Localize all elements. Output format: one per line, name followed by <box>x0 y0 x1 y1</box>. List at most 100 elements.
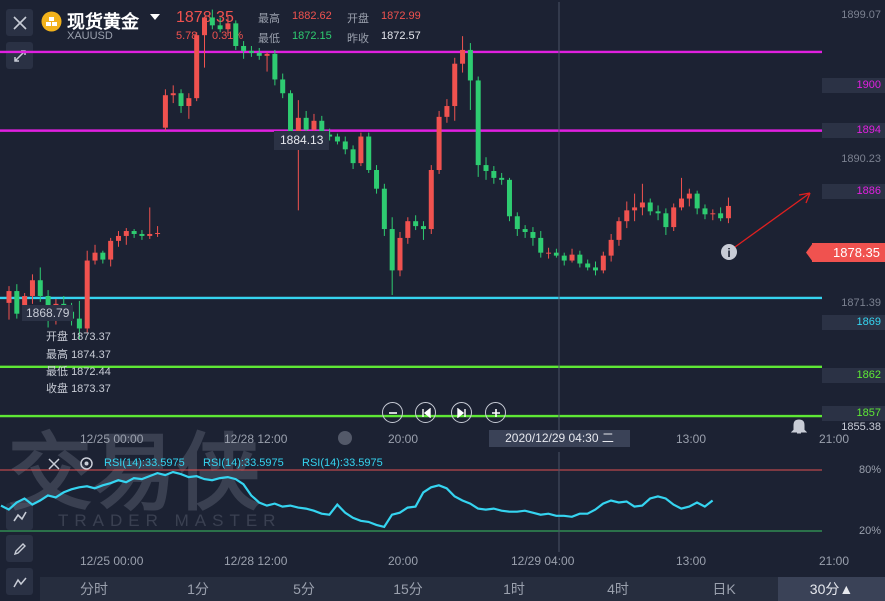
current-price-value: 1878.35 <box>833 245 880 260</box>
candle <box>131 229 137 238</box>
level-tag-1862[interactable]: 1862 <box>822 368 885 383</box>
candlestick-chart[interactable]: 交易侠 TRADER MASTER i <box>0 0 885 601</box>
rsi-x-label-3: 20:00 <box>388 554 419 568</box>
ohlc-low-label: 最低 <box>46 366 68 378</box>
candle <box>561 252 567 266</box>
candle <box>100 250 106 264</box>
candle <box>483 157 489 180</box>
crosshair-date-tag: 2020/12/29 04:30 二 <box>489 430 630 447</box>
level-tag-1900[interactable]: 1900 <box>822 78 885 93</box>
rsi-x-label-4: 12/29 04:00 <box>511 554 575 568</box>
level-tag-1857[interactable]: 1857 <box>822 406 885 421</box>
x-axis-label-1: 12/25 00:00 <box>80 432 144 446</box>
candle <box>655 205 661 221</box>
candle <box>632 193 638 222</box>
candle <box>92 244 98 265</box>
candle <box>718 207 724 222</box>
candle <box>334 133 340 145</box>
svg-text:i: i <box>727 246 730 260</box>
close-rsi-icon[interactable] <box>47 457 61 471</box>
candle <box>225 16 231 37</box>
candle <box>350 145 356 170</box>
candle <box>436 110 442 174</box>
x-axis-label-4: 13:00 <box>676 432 707 446</box>
rsi-label-2: RSI(14):33.5975 <box>203 457 284 469</box>
candle <box>608 233 614 262</box>
crosshair-left-tag: 1868.79 <box>22 305 74 321</box>
candle <box>202 17 207 68</box>
candle <box>139 230 145 240</box>
candle <box>6 286 12 320</box>
candle <box>702 204 708 220</box>
candle <box>178 89 184 113</box>
candle <box>538 231 544 258</box>
candle <box>452 57 458 121</box>
candle <box>295 100 301 211</box>
candle <box>397 232 403 277</box>
rsi-x-label-6: 21:00 <box>819 554 850 568</box>
bell-icon[interactable] <box>791 418 807 435</box>
candle <box>663 208 669 235</box>
scroll-left-button[interactable] <box>415 402 436 423</box>
x-axis-label-3: 20:00 <box>388 432 419 446</box>
tab-1hour[interactable]: 1时 <box>480 577 548 601</box>
ohlc-close-value: 1873.37 <box>71 383 111 395</box>
candle <box>194 32 200 102</box>
settings-icon[interactable] <box>79 456 94 471</box>
tab-1min[interactable]: 1分 <box>164 577 232 601</box>
candle <box>264 51 270 72</box>
candle <box>413 215 419 231</box>
tab-timeshare[interactable]: 分时 <box>60 577 128 601</box>
plus-icon <box>491 408 500 417</box>
candle <box>374 165 380 194</box>
candle <box>233 20 239 50</box>
candle <box>475 76 481 177</box>
info-icon[interactable]: i <box>721 244 737 260</box>
candle <box>499 172 505 185</box>
candle <box>14 284 20 319</box>
candle <box>546 247 552 259</box>
rsi-x-label-2: 12/28 12:00 <box>224 554 288 568</box>
candle <box>428 165 434 234</box>
candle <box>405 217 411 244</box>
candle <box>37 267 43 302</box>
candle <box>123 228 129 245</box>
scroll-right-button[interactable] <box>451 402 472 423</box>
record-icon <box>338 431 352 445</box>
tab-daily[interactable]: 日K <box>690 577 758 601</box>
tab-5min[interactable]: 5分 <box>270 577 338 601</box>
tab-30min[interactable]: 30分▲ <box>778 577 885 601</box>
level-tag-1894[interactable]: 1894 <box>822 123 885 138</box>
candle <box>577 250 583 268</box>
y-axis-mid: 1890.23 <box>841 153 881 165</box>
zoom-out-button[interactable] <box>382 402 403 423</box>
candle <box>522 225 528 238</box>
current-price-tag: 1878.35 <box>806 243 885 262</box>
candle <box>115 231 121 247</box>
candle <box>420 221 426 240</box>
ohlc-open-value: 1873.37 <box>71 331 111 343</box>
zoom-in-button[interactable] <box>485 402 506 423</box>
candle <box>272 49 278 86</box>
candle <box>217 17 223 33</box>
skip-left-icon <box>421 407 431 418</box>
candle <box>694 190 700 215</box>
ohlc-low-value: 1872.44 <box>71 366 111 378</box>
candle <box>84 250 90 333</box>
level-tag-1886[interactable]: 1886 <box>822 184 885 199</box>
candle <box>162 89 168 131</box>
level-tag-1869[interactable]: 1869 <box>822 315 885 330</box>
tab-4hour[interactable]: 4时 <box>584 577 652 601</box>
crosshair-price-tag: 1884.13 <box>274 131 330 150</box>
minus-icon <box>388 411 397 414</box>
candle <box>170 85 176 104</box>
candle <box>585 259 591 271</box>
rsi-level-80: 80% <box>858 464 881 476</box>
candle <box>624 201 630 229</box>
candle <box>725 197 731 224</box>
rsi-x-label-5: 13:00 <box>676 554 707 568</box>
x-axis-label-5: 21:00 <box>819 432 850 446</box>
candle <box>155 226 161 237</box>
tab-15min[interactable]: 15分 <box>374 577 442 601</box>
candle <box>108 237 114 267</box>
